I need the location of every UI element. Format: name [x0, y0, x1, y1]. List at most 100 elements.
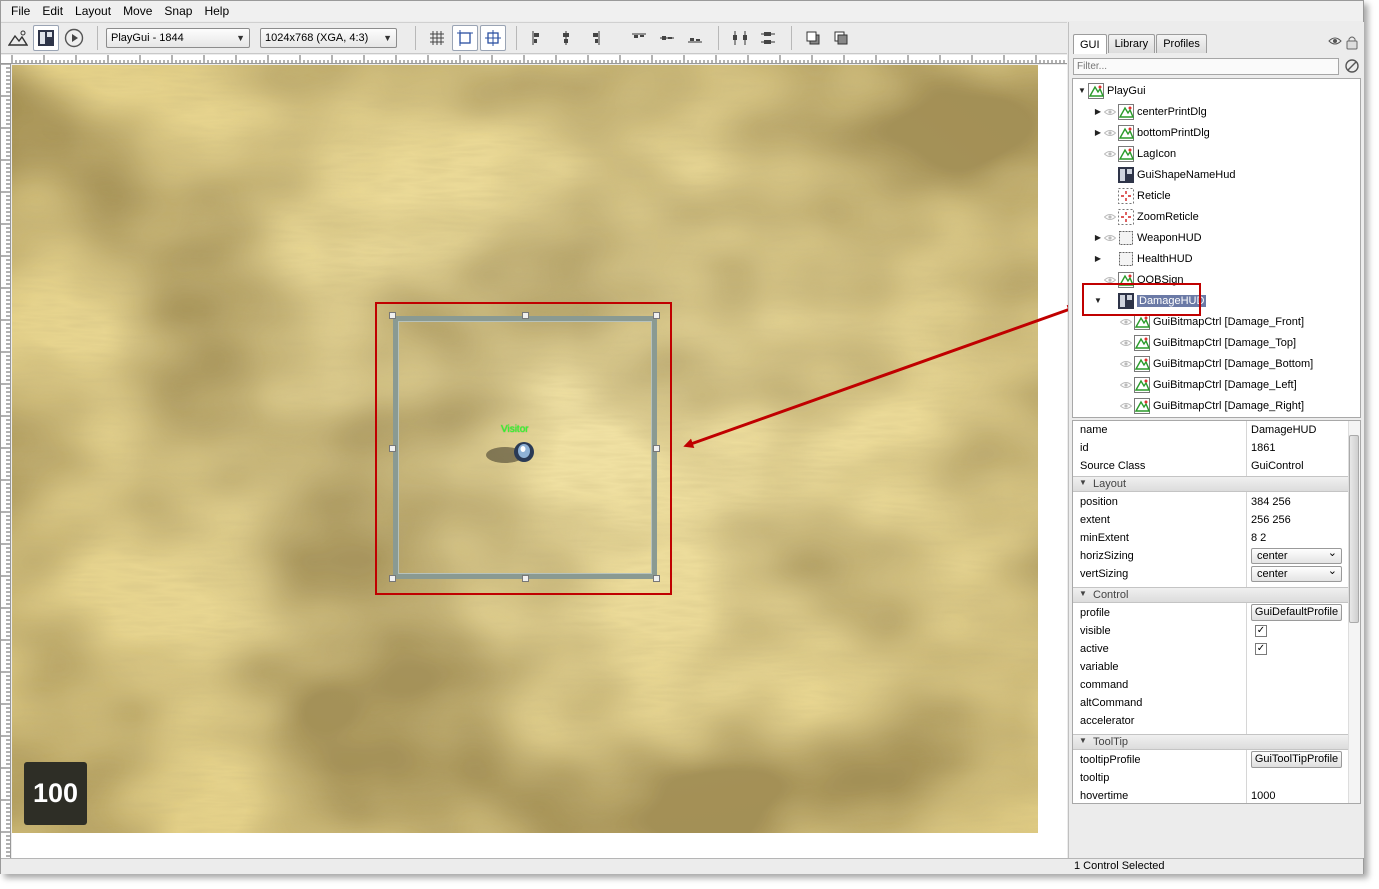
prop-alt-command: altCommand [1073, 694, 1348, 712]
visibility-icon[interactable] [1119, 339, 1133, 347]
name-field[interactable]: DamageHUD [1251, 424, 1316, 436]
tree-item[interactable]: Reticle [1093, 185, 1171, 206]
prop-label: position [1080, 496, 1118, 508]
tooltip-profile-button[interactable]: GuiToolTipProfile [1251, 751, 1342, 768]
profile-button[interactable]: GuiDefaultProfile [1251, 604, 1342, 621]
gui-select[interactable]: PlayGui - 1844 ▼ [106, 28, 250, 48]
position-field[interactable]: 384 256 [1251, 496, 1291, 508]
id-value: 1861 [1251, 442, 1276, 454]
prop-label: horizSizing [1080, 550, 1134, 562]
tree-item[interactable]: ▶ WeaponHUD [1093, 227, 1202, 248]
snap-centers-icon [485, 30, 501, 46]
menu-edit[interactable]: Edit [36, 4, 69, 18]
prop-label: extent [1080, 514, 1110, 526]
align-top-icon [632, 33, 646, 38]
tree-item[interactable]: GuiBitmapCtrl [Damage_Right] [1109, 395, 1304, 416]
prop-label: visible [1080, 625, 1111, 637]
align-top-button[interactable] [626, 25, 652, 51]
prop-label: profile [1080, 607, 1110, 619]
tree-item[interactable]: GuiBitmapCtrl [Damage_Top] [1109, 332, 1296, 353]
tree-item[interactable]: ▶ HealthHUD [1093, 248, 1193, 269]
tree-item-label: GuiBitmapCtrl [Damage_Right] [1153, 399, 1305, 412]
menu-snap[interactable]: Snap [158, 4, 198, 18]
menu-layout[interactable]: Layout [69, 4, 117, 18]
align-bottom-button[interactable] [682, 25, 708, 51]
send-to-back-button[interactable] [828, 25, 854, 51]
tree-item[interactable]: LagIcon [1093, 143, 1176, 164]
align-center-h-button[interactable] [553, 25, 579, 51]
prop-id: id 1861 [1073, 439, 1348, 457]
tree-item[interactable]: GuiBitmapCtrl [Damage_Left] [1109, 374, 1297, 395]
extent-field[interactable]: 256 256 [1251, 514, 1291, 526]
visibility-icon[interactable] [1103, 150, 1117, 158]
visible-checkbox[interactable]: ✓ [1255, 625, 1267, 637]
chevron-down-icon: ▼ [383, 33, 392, 43]
group-tooltip[interactable]: ▼ ToolTip [1073, 734, 1348, 750]
group-control[interactable]: ▼ Control [1073, 587, 1348, 603]
min-extent-field[interactable]: 8 2 [1251, 532, 1266, 544]
visibility-icon[interactable] [1103, 234, 1117, 242]
tree-item[interactable]: GuiShapeNameHud [1093, 164, 1235, 185]
visibility-icon[interactable] [1119, 360, 1133, 368]
align-middle-button[interactable] [654, 25, 680, 51]
visibility-icon[interactable] [1103, 213, 1117, 221]
hovertime-field[interactable]: 1000 [1251, 790, 1275, 802]
active-checkbox[interactable]: ✓ [1255, 643, 1267, 655]
toolbar-separator [415, 26, 416, 50]
distribute-vertical-icon [761, 32, 775, 44]
scrollbar-thumb[interactable] [1349, 435, 1359, 623]
lock-icon[interactable] [1346, 36, 1358, 50]
expand-closed-icon[interactable]: ▶ [1093, 233, 1103, 242]
menu-help[interactable]: Help [198, 4, 235, 18]
clear-filter-icon[interactable] [1344, 58, 1360, 74]
eye-icon[interactable] [1328, 36, 1342, 46]
tab-gui[interactable]: GUI [1073, 34, 1107, 54]
tab-library[interactable]: Library [1107, 34, 1156, 53]
bitmap-icon [1134, 355, 1150, 372]
snap-grid-button[interactable] [424, 25, 450, 51]
snap-edges-button[interactable] [452, 25, 478, 51]
distribute-h-button[interactable] [727, 25, 753, 51]
tree-item[interactable]: ▶ bottomPrintDlg [1093, 122, 1210, 143]
visibility-icon[interactable] [1119, 318, 1133, 326]
expand-closed-icon[interactable]: ▶ [1093, 128, 1103, 137]
visibility-icon[interactable] [1119, 381, 1133, 389]
align-right-button[interactable] [581, 25, 607, 51]
distribute-v-button[interactable] [755, 25, 781, 51]
expand-closed-icon[interactable]: ▶ [1093, 254, 1103, 263]
play-button[interactable] [61, 25, 87, 51]
tree-item[interactable]: GuiBitmapCtrl [Damage_Bottom] [1109, 353, 1313, 374]
group-layout[interactable]: ▼ Layout [1073, 476, 1348, 492]
menu-move[interactable]: Move [117, 4, 158, 18]
tree-item[interactable]: ▼ PlayGui [1077, 80, 1146, 101]
menu-file[interactable]: File [5, 4, 36, 18]
expand-open-icon[interactable]: ▼ [1077, 86, 1087, 95]
bring-to-front-button[interactable] [800, 25, 826, 51]
vert-sizing-select[interactable]: center [1251, 564, 1342, 582]
inspector-panel: GUI Library Profiles ▼ PlayGui ▶ centerPrin… [1068, 22, 1364, 858]
horiz-sizing-select[interactable]: center [1251, 546, 1342, 564]
visibility-icon[interactable] [1103, 129, 1117, 137]
visibility-icon[interactable] [1103, 108, 1117, 116]
world-editor-button[interactable] [5, 25, 31, 51]
inspector-scrollbar[interactable] [1348, 421, 1360, 803]
grid-icon [430, 31, 444, 45]
snap-centers-button[interactable] [480, 25, 506, 51]
object-name-label: Visitor [501, 424, 529, 435]
expand-closed-icon[interactable]: ▶ [1093, 107, 1103, 116]
editor-canvas[interactable]: Visitor 100 [12, 65, 1067, 858]
visibility-icon[interactable] [1119, 402, 1133, 410]
tree-item[interactable]: ▶ centerPrintDlg [1093, 101, 1207, 122]
bitmap-icon [1118, 124, 1134, 141]
send-back-icon [834, 31, 848, 45]
prop-label: name [1080, 424, 1108, 436]
gui-editor-button[interactable] [33, 25, 59, 51]
tab-profiles[interactable]: Profiles [1156, 34, 1207, 53]
resolution-select[interactable]: 1024x768 (XGA, 4:3) ▼ [260, 28, 397, 48]
tree-filter-input[interactable] [1073, 58, 1339, 75]
tree-item-label: centerPrintDlg [1137, 105, 1207, 118]
tree-item[interactable]: ZoomReticle [1093, 206, 1199, 227]
horizontal-ruler [1, 55, 1067, 64]
align-left-button[interactable] [525, 25, 551, 51]
prop-label: Source Class [1080, 460, 1146, 472]
